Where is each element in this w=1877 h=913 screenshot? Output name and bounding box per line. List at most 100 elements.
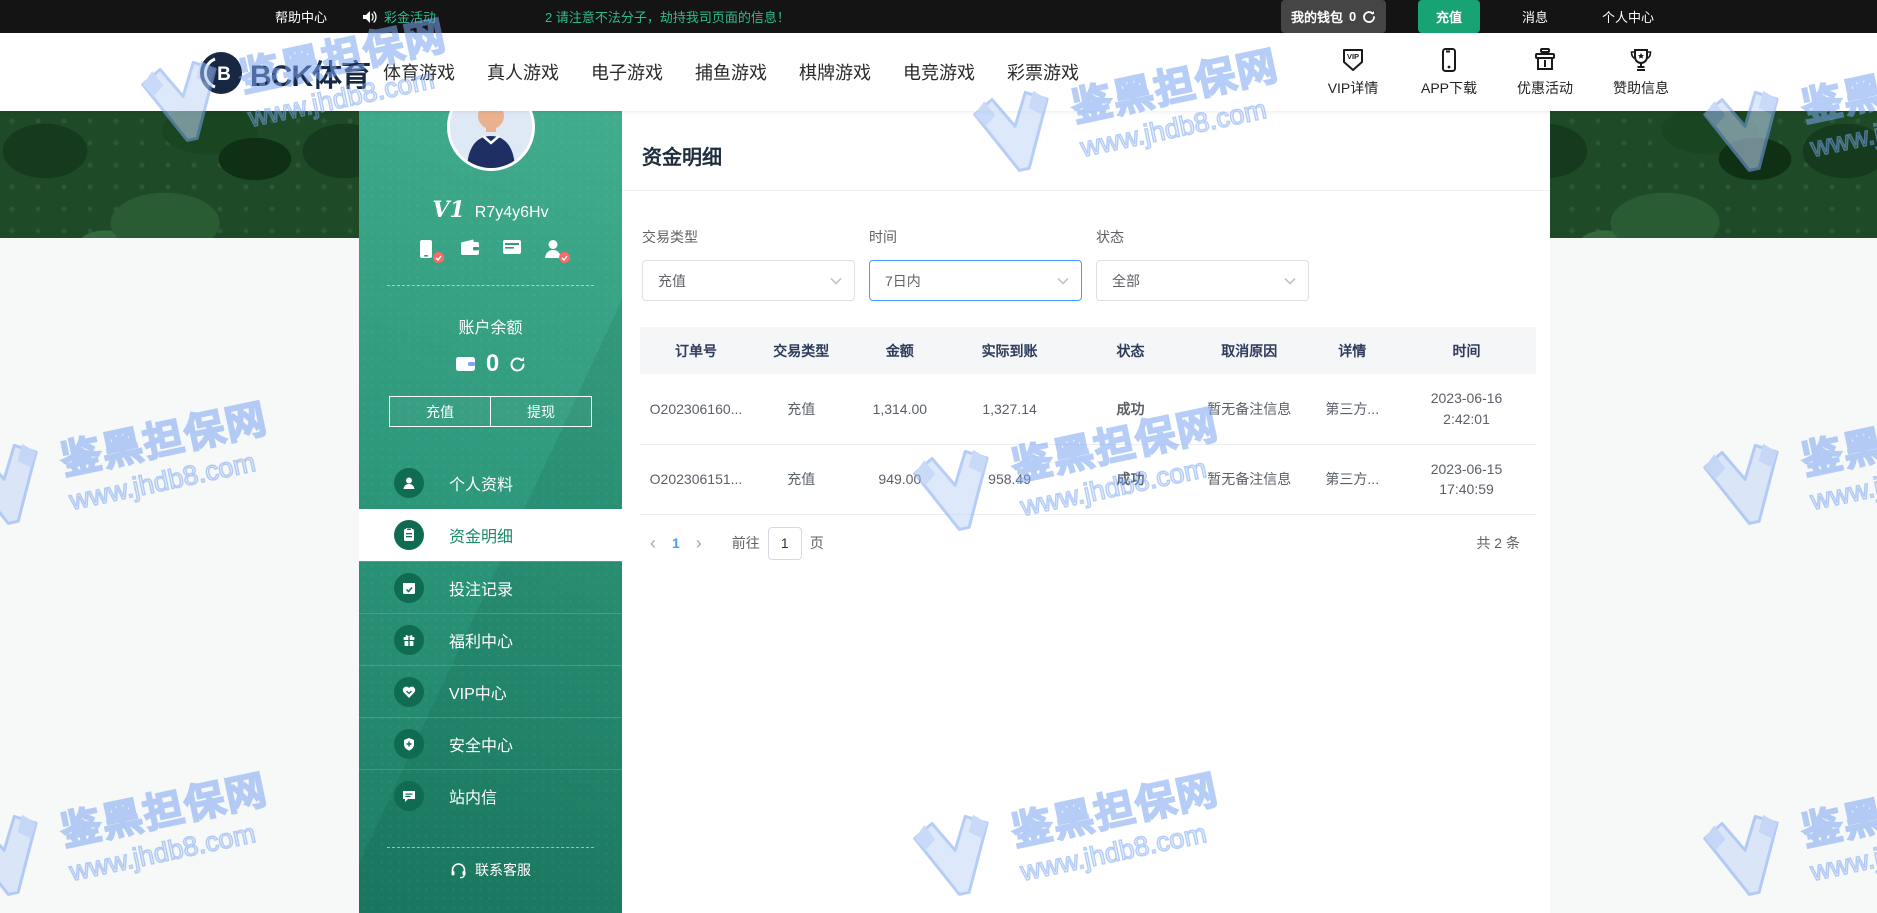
- sponsor-info-link[interactable]: 赞助信息: [1603, 47, 1679, 98]
- username: R7y4y6Hv: [475, 204, 549, 222]
- sidebar-item-label: 投注记录: [449, 576, 513, 600]
- goto-page-group: 前往 页: [732, 527, 824, 560]
- profile-link[interactable]: 个人中心: [1602, 0, 1654, 33]
- bank-card-icon[interactable]: [502, 239, 522, 259]
- promotions-label: 优惠活动: [1517, 78, 1573, 98]
- cell-detail-link[interactable]: 第三方...: [1307, 374, 1397, 444]
- goto-label: 前往: [732, 533, 760, 553]
- balance-refresh-icon[interactable]: [509, 356, 526, 373]
- vip-details-link[interactable]: VIP VIP详情: [1315, 47, 1391, 98]
- sidebar-item-profile[interactable]: 个人资料: [359, 457, 622, 509]
- time-clock: 17:40:59: [1397, 479, 1536, 499]
- wallet-amount: 0: [1349, 9, 1356, 24]
- table-header-row: 订单号 交易类型 金额 实际到账 状态 取消原因 详情 时间: [640, 327, 1536, 374]
- nav-item-chess[interactable]: 棋牌游戏: [799, 59, 871, 85]
- cell-detail-link[interactable]: 第三方...: [1307, 444, 1397, 514]
- brand-name: BCK体育: [250, 51, 370, 95]
- col-actual: 实际到账: [949, 327, 1070, 374]
- promo-label: 彩金活动: [384, 7, 436, 26]
- col-amount: 金额: [851, 327, 950, 374]
- col-type: 交易类型: [752, 327, 851, 374]
- account-sidebar: V1 R7y4y6Hv 账户余额 0 充值 提现 个人资料: [359, 111, 622, 913]
- brand-logo[interactable]: B BCK体育: [200, 51, 370, 95]
- deposit-button[interactable]: 充值: [389, 396, 491, 427]
- time-select[interactable]: 7日内: [869, 260, 1082, 301]
- withdraw-button[interactable]: 提现: [491, 396, 592, 427]
- balance-label: 账户余额: [359, 314, 622, 338]
- cell-time: 2023-06-162:42:01: [1397, 374, 1536, 444]
- nav-item-slots[interactable]: 电子游戏: [591, 59, 663, 85]
- contact-support-link[interactable]: 联系客服: [359, 860, 622, 880]
- total-count: 共 2 条: [1476, 533, 1520, 553]
- topbar-recharge-button[interactable]: 充值: [1418, 0, 1480, 33]
- promotions-link[interactable]: 优惠活动: [1507, 47, 1583, 98]
- cell-order: O202306160...: [640, 374, 752, 444]
- help-center-link[interactable]: 帮助中心: [275, 0, 327, 33]
- refresh-icon[interactable]: [1362, 10, 1376, 24]
- status-select[interactable]: 全部: [1096, 260, 1309, 301]
- nav-item-esports[interactable]: 电竞游戏: [903, 59, 975, 85]
- cell-actual: 1,327.14: [949, 374, 1070, 444]
- balance-actions: 充值 提现: [389, 396, 592, 427]
- next-page-button[interactable]: ›: [688, 533, 710, 554]
- sidebar-item-label: 站内信: [449, 784, 497, 808]
- messages-link[interactable]: 消息: [1522, 0, 1548, 33]
- wallet-icon[interactable]: [460, 239, 480, 259]
- watermark-logo-icon: [1692, 805, 1803, 908]
- watermark-logo-icon: [1692, 434, 1803, 537]
- sidebar-item-vip[interactable]: VIP中心: [359, 665, 622, 717]
- document-icon: [394, 520, 424, 550]
- transaction-type-select[interactable]: 充值: [642, 260, 855, 301]
- select-value: 全部: [1112, 271, 1140, 291]
- sidebar-item-bets[interactable]: 投注记录: [359, 561, 622, 613]
- sidebar-item-label: 福利中心: [449, 628, 513, 652]
- promo-link[interactable]: 彩金活动: [362, 0, 436, 33]
- nav-item-live[interactable]: 真人游戏: [487, 59, 559, 85]
- phone-verify-icon[interactable]: [418, 239, 438, 259]
- sidebar-item-welfare[interactable]: 福利中心: [359, 613, 622, 665]
- sidebar-item-funds[interactable]: 资金明细: [359, 509, 622, 561]
- col-time: 时间: [1397, 327, 1536, 374]
- vip-level: V1: [432, 197, 464, 223]
- select-value: 7日内: [885, 271, 921, 291]
- chevron-down-icon: [1057, 277, 1069, 285]
- watermark: 鉴黑担保网www.jhdb8.com: [0, 757, 279, 910]
- watermark-title: 鉴黑担保网: [1796, 757, 1877, 857]
- status-badge: 成功: [1070, 374, 1191, 444]
- filters: 交易类型 充值 时间 7日内 状态 全部: [642, 227, 1550, 301]
- filter-label: 状态: [1096, 227, 1309, 247]
- watermark-logo-icon: [0, 434, 61, 537]
- main-nav: 体育游戏 真人游戏 电子游戏 捕鱼游戏 棋牌游戏 电竞游戏 彩票游戏: [383, 33, 1079, 111]
- nav-item-sports[interactable]: 体育游戏: [383, 59, 455, 85]
- nav-item-fishing[interactable]: 捕鱼游戏: [695, 59, 767, 85]
- watermark: 鉴黑担保网www.jhdb8.com: [1691, 757, 1877, 910]
- nav-item-lottery[interactable]: 彩票游戏: [1007, 59, 1079, 85]
- vip-details-label: VIP详情: [1328, 78, 1379, 98]
- time-date: 2023-06-15: [1397, 459, 1536, 479]
- page-number[interactable]: 1: [664, 535, 688, 551]
- cell-type: 充值: [752, 374, 851, 444]
- watermark-url: www.jhdb8.com: [1808, 443, 1877, 517]
- navbar-quick-links: VIP VIP详情 APP下载 优惠活动 赞助信息: [1315, 33, 1679, 111]
- calendar-check-icon: [394, 573, 424, 603]
- gift-box-icon: [1532, 47, 1558, 73]
- chevron-down-icon: [830, 277, 842, 285]
- title-divider: [622, 190, 1550, 191]
- my-wallet-button[interactable]: 我的钱包 0: [1281, 0, 1386, 33]
- sidebar-item-security[interactable]: 安全中心: [359, 717, 622, 769]
- member-icon[interactable]: [544, 239, 564, 259]
- select-value: 充值: [658, 271, 686, 291]
- watermark: 鉴黑担保网www.jhdb8.com: [0, 386, 279, 539]
- watermark-logo-icon: [0, 805, 61, 908]
- goto-page-input[interactable]: [768, 527, 802, 560]
- col-order: 订单号: [640, 327, 752, 374]
- prev-page-button[interactable]: ‹: [642, 533, 664, 554]
- table-row: O202306160... 充值 1,314.00 1,327.14 成功 暂无…: [640, 374, 1536, 444]
- gift-icon: [394, 625, 424, 655]
- app-download-link[interactable]: APP下载: [1411, 47, 1487, 98]
- sidebar-divider-bottom: [387, 847, 594, 848]
- table-row: O202306151... 充值 949.00 958.49 成功 暂无备注信息…: [640, 444, 1536, 514]
- balance-amount: 0: [486, 350, 499, 378]
- sidebar-item-inbox[interactable]: 站内信: [359, 769, 622, 821]
- col-detail: 详情: [1307, 327, 1397, 374]
